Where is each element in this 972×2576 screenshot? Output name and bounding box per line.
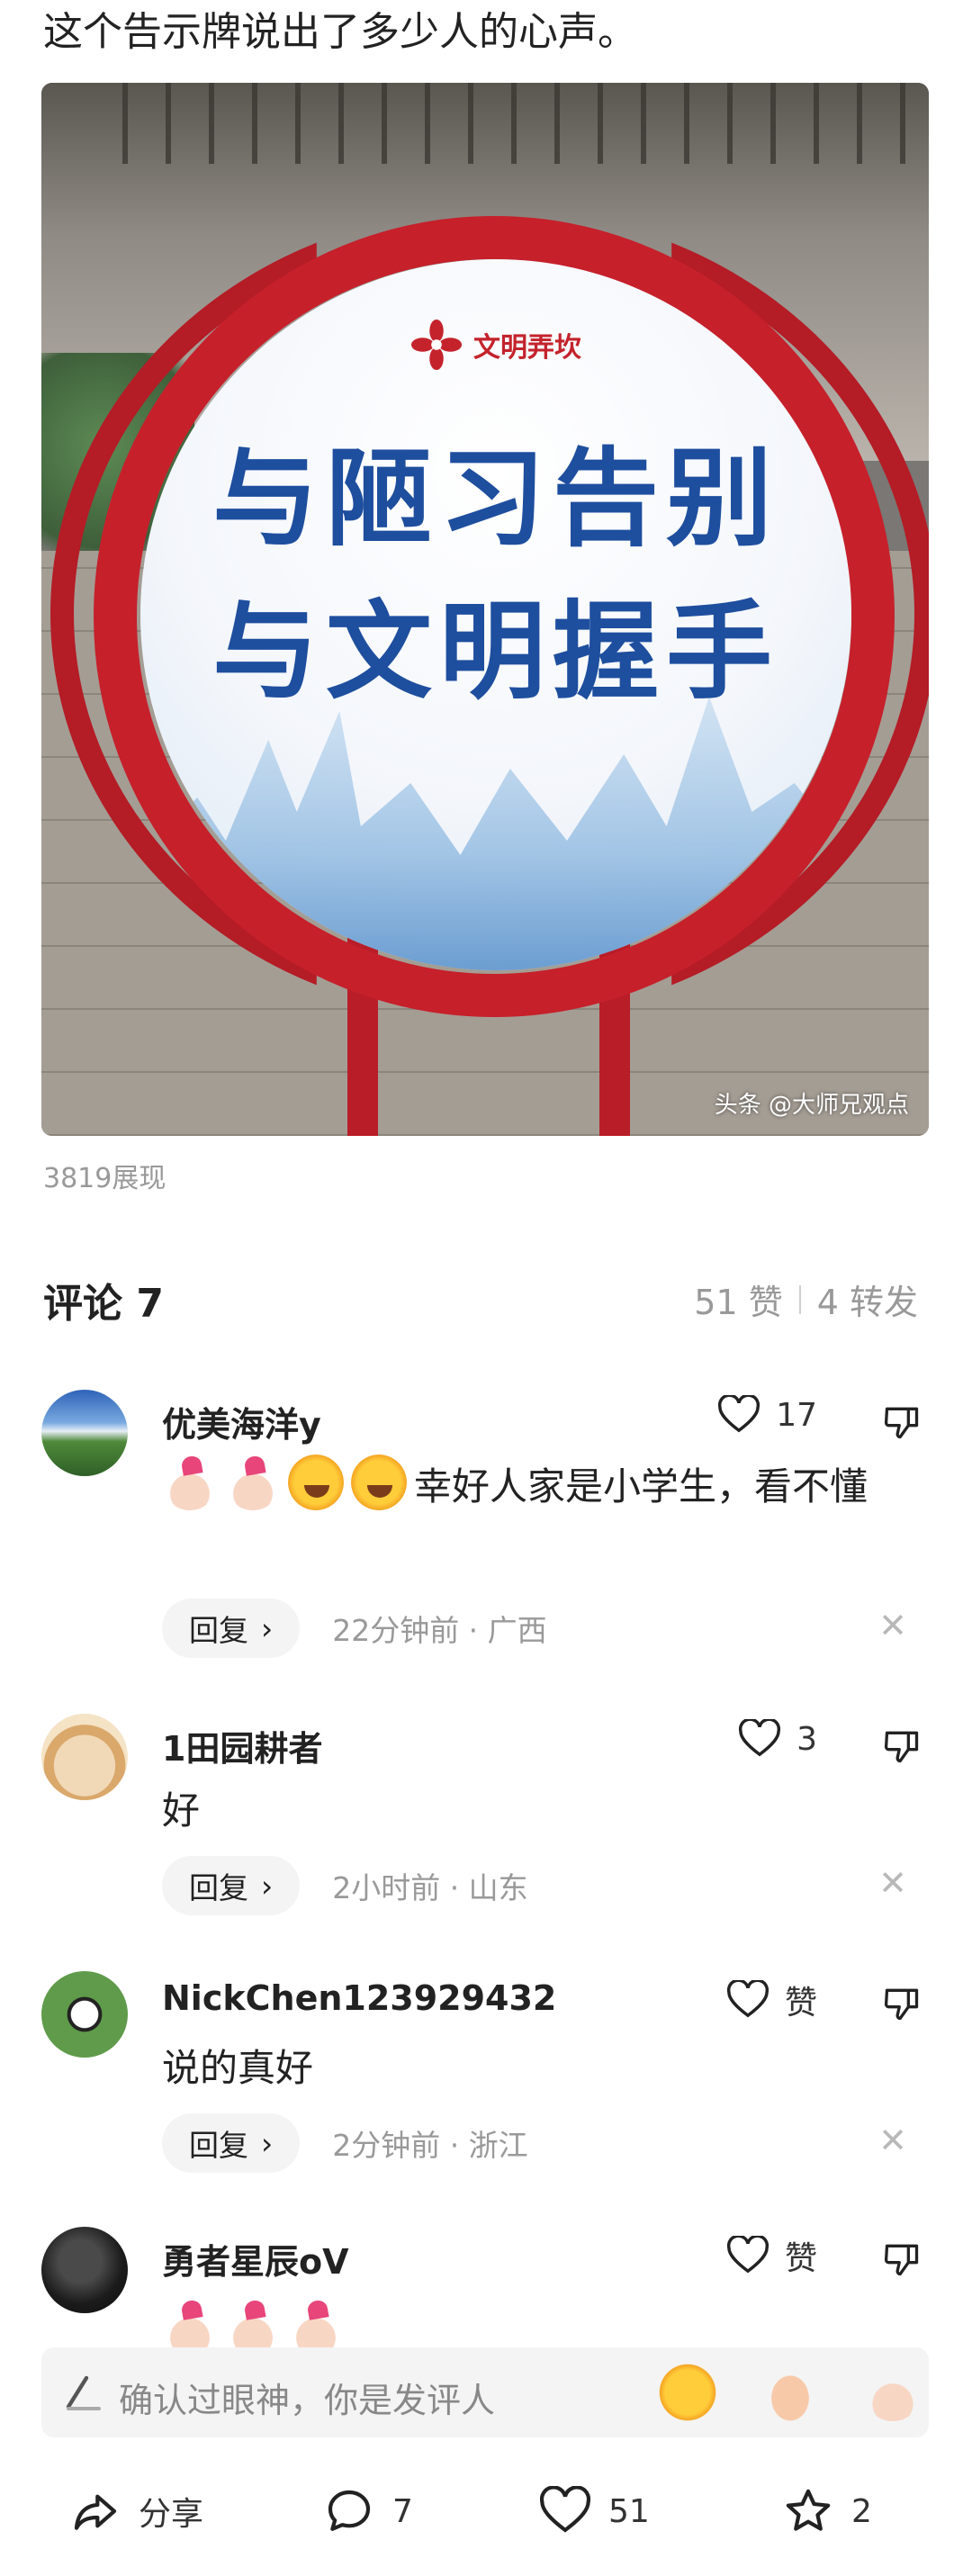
- post-image[interactable]: 文明弄坎 与陋习告别 与文明握手 头条 @大师兄观点: [41, 83, 929, 1136]
- comment-like-count: 3: [796, 1720, 817, 1758]
- dislike-icon[interactable]: [882, 2239, 922, 2279]
- thumbs-up-emoji-icon: [225, 2299, 281, 2347]
- comment-text-block: 幸好人家是小学生，看不懂: [162, 1455, 909, 1519]
- comment-input-placeholder: 确认过眼神，你是发评人: [119, 2381, 496, 2420]
- comment-username[interactable]: 1田园耕者: [162, 1721, 322, 1770]
- comments-title: 评论 7: [43, 1281, 164, 1327]
- comment-text: 幸好人家是小学生，看不懂: [414, 1464, 868, 1509]
- avatar[interactable]: [41, 1714, 128, 1800]
- comment-footer: 回复 › 2分钟前 · 浙江: [162, 2113, 528, 2173]
- comment-meta: 2小时前 · 山东: [332, 1870, 528, 1905]
- reply-button[interactable]: 回复 ›: [162, 1856, 301, 1915]
- heart-icon: [540, 2486, 590, 2533]
- comment-text: 好: [162, 1788, 201, 1833]
- chevron-right-icon: ›: [261, 2125, 274, 2161]
- finger-heart-emoji-icon: [162, 1455, 218, 1510]
- stats-divider: [798, 1284, 801, 1314]
- laughing-crying-emoji-icon: [288, 1455, 344, 1510]
- reply-button[interactable]: 回复 ›: [162, 1599, 301, 1658]
- image-watermark: 头条 @大师兄观点: [714, 1092, 909, 1119]
- view-count: 3819展现: [43, 1163, 166, 1194]
- laughing-crying-emoji-icon: [351, 1455, 407, 1510]
- flower-logo-icon: [410, 319, 463, 371]
- comment-item: 优美海洋y 17 幸好人家是小学生，看不懂 回复 › 22分钟前 · 广西 ✕: [41, 1390, 929, 1687]
- finger-heart-emoji-icon[interactable]: [864, 2364, 922, 2421]
- chevron-right-icon: ›: [261, 1868, 274, 1904]
- heart-icon: [718, 1395, 760, 1433]
- post-share-stat[interactable]: 4 转发: [817, 1274, 918, 1324]
- comment-text: 说的真好: [162, 2046, 314, 2090]
- favorite-count: 2: [851, 2492, 872, 2530]
- sign-logo-text: 文明弄坎: [473, 332, 581, 364]
- like-button[interactable]: 51: [540, 2486, 650, 2536]
- comment-footer: 回复 › 2小时前 · 山东: [162, 1856, 528, 1915]
- sign-slogan-line2: 与文明握手: [212, 590, 779, 714]
- comment-like-count: 赞: [784, 2240, 817, 2277]
- comment-username[interactable]: NickChen123929432: [162, 1978, 556, 2018]
- heart-icon: [726, 2236, 769, 2274]
- star-icon: [786, 2489, 831, 2531]
- thumbs-up-emoji-icon: [162, 2299, 218, 2347]
- close-icon[interactable]: ✕: [878, 2121, 907, 2160]
- close-icon[interactable]: ✕: [878, 1606, 907, 1645]
- sign-skyline: [140, 697, 851, 970]
- comment-footer: 回复 › 22分钟前 · 广西: [162, 1599, 547, 1658]
- avatar[interactable]: [41, 1390, 128, 1476]
- comment-item: 1田园耕者 3 好 回复 › 2小时前 · 山东 ✕: [41, 1714, 929, 1948]
- share-icon: [74, 2494, 117, 2530]
- dislike-icon[interactable]: [882, 1402, 922, 1442]
- pencil-icon: [66, 2375, 101, 2410]
- comment-like-button[interactable]: 赞: [726, 1977, 817, 2023]
- comment-username[interactable]: 优美海洋y: [162, 1397, 321, 1446]
- heart-icon: [739, 1719, 781, 1757]
- comment-meta: 22分钟前 · 广西: [332, 1613, 547, 1648]
- post-text: 这个告示牌说出了多少人的心声。: [43, 9, 637, 55]
- comment-item: NickChen123929432 赞 说的真好 回复 › 2分钟前 · 浙江 …: [41, 1971, 929, 2205]
- chevron-right-icon: ›: [261, 1610, 274, 1646]
- comment-icon: [328, 2490, 371, 2531]
- comment-like-count: 赞: [784, 1985, 817, 2022]
- comment-meta: 2分钟前 · 浙江: [332, 2128, 528, 2163]
- reply-label: 回复: [189, 1613, 248, 1648]
- sign-slogan-line1: 与陋习告别: [212, 437, 779, 561]
- pray-emoji-icon[interactable]: [761, 2364, 819, 2421]
- reply-button[interactable]: 回复 ›: [162, 2113, 301, 2173]
- post-stats: 51 赞 4 转发: [694, 1274, 918, 1324]
- post-like-stat[interactable]: 51 赞: [694, 1274, 782, 1324]
- comments-header: 评论 7 51 赞 4 转发: [43, 1260, 918, 1332]
- heart-icon: [726, 1980, 769, 2018]
- comment-text-block: [162, 2299, 909, 2347]
- reply-label: 回复: [189, 2128, 248, 2163]
- comment-item: 勇者星辰oV 赞: [41, 2227, 929, 2347]
- close-icon[interactable]: ✕: [878, 1863, 907, 1903]
- share-label: 分享: [139, 2496, 204, 2533]
- dislike-icon[interactable]: [882, 1984, 922, 2023]
- image-railing: [122, 83, 929, 164]
- thumbs-up-emoji-icon: [288, 2299, 344, 2347]
- reply-label: 回复: [189, 1870, 248, 1905]
- comment-like-button[interactable]: 3: [739, 1719, 817, 1759]
- comment-like-button[interactable]: 17: [718, 1395, 817, 1435]
- sign-disc: 文明弄坎 与陋习告别 与文明握手: [140, 259, 851, 970]
- avatar[interactable]: [41, 1971, 128, 2058]
- dislike-icon[interactable]: [882, 1726, 922, 1766]
- comment-like-count: 17: [776, 1396, 817, 1434]
- avatar[interactable]: [41, 2227, 128, 2313]
- comment-input[interactable]: 确认过眼神，你是发评人: [41, 2347, 929, 2437]
- comment-count: 7: [392, 2492, 413, 2530]
- comment-username[interactable]: 勇者星辰oV: [162, 2234, 349, 2283]
- comment-button[interactable]: 7: [324, 2486, 413, 2536]
- sign-logo: 文明弄坎: [410, 319, 581, 371]
- comment-like-button[interactable]: 赞: [726, 2232, 817, 2279]
- finger-heart-emoji-icon: [225, 1455, 281, 1510]
- bottom-action-bar: 分享 7 51 2: [0, 2466, 972, 2556]
- smirk-emoji-icon[interactable]: [659, 2364, 716, 2421]
- favorite-button[interactable]: 2: [783, 2486, 872, 2536]
- share-button[interactable]: 分享: [70, 2486, 203, 2536]
- like-count: 51: [608, 2492, 650, 2530]
